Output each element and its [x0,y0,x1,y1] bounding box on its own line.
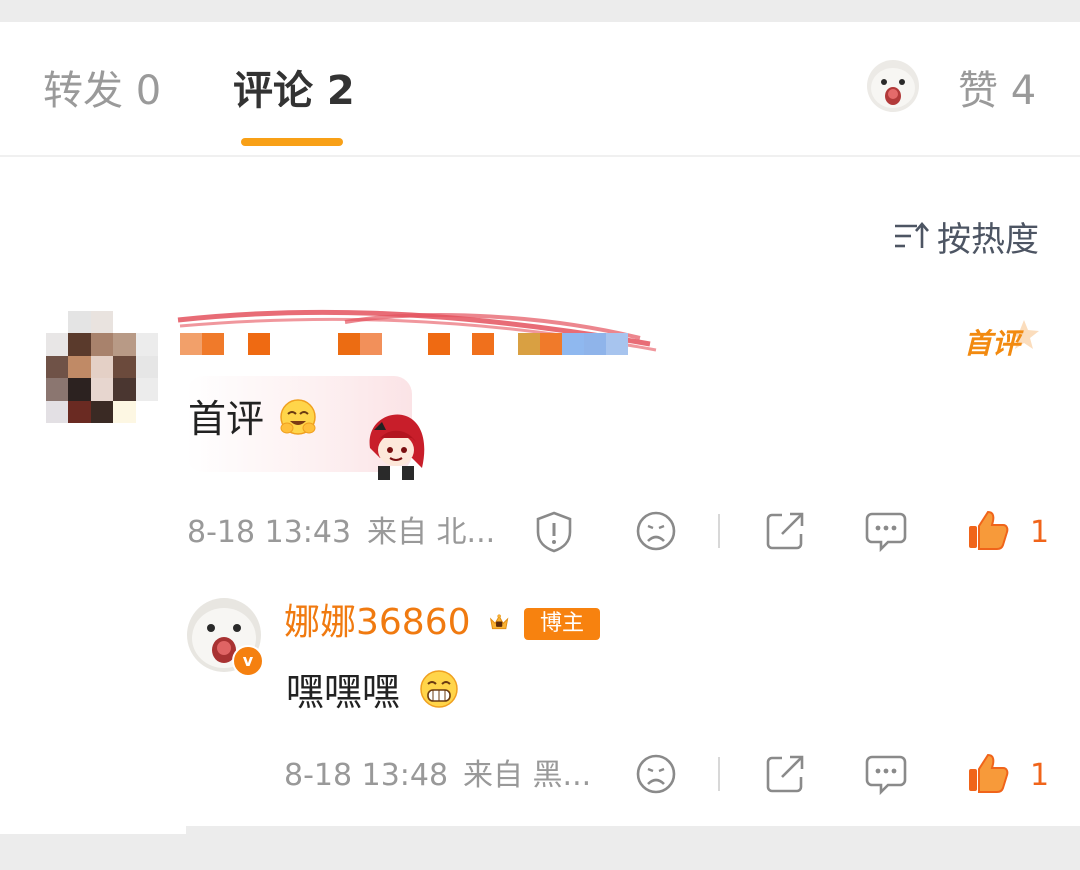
sort-icon [895,222,929,248]
report-icon[interactable] [533,510,575,554]
grin-emoji-icon [420,670,458,708]
tab-comment[interactable]: 评论 2 [233,66,355,116]
reply-username[interactable]: 娜娜36860 [284,600,471,646]
reply-location: 来自 黑... [463,758,592,793]
sort-toggle[interactable]: 按热度 [893,214,1039,260]
like-count: 1 [1030,515,1050,550]
like-icon[interactable] [966,508,1010,552]
comment-icon[interactable] [864,510,908,554]
reply-time: 8-18 13:48 [284,758,449,793]
tabs-divider [0,155,1080,157]
like-icon[interactable] [966,751,1010,795]
tab-likes[interactable]: 赞 4 [958,66,1036,116]
commenter-avatar[interactable] [46,311,158,423]
sort-label: 按热度 [937,219,1039,260]
active-tab-indicator [241,138,343,146]
action-divider [718,514,720,548]
action-divider [718,757,720,791]
share-icon[interactable] [764,753,806,795]
liker-avatar[interactable] [867,60,919,112]
dislike-icon[interactable] [635,510,677,552]
girl-sticker-icon [369,414,425,480]
host-badge: 博主 [524,608,600,640]
comment-time: 8-18 13:43 [187,515,352,550]
first-comment-badge: 首评 [962,318,1042,362]
comment-text: 首评 [188,397,265,441]
like-count: 1 [1030,758,1050,793]
share-icon[interactable] [764,510,806,552]
dislike-icon[interactable] [635,753,677,795]
redacted-username[interactable] [180,333,630,355]
reply-text: 嘿嘿嘿 [286,670,401,714]
comment-icon[interactable] [864,753,908,797]
comment-location: 来自 北... [367,515,496,550]
bottom-strip-edge [0,826,186,834]
top-strip [0,0,1080,22]
tab-repost[interactable]: 转发 0 [43,66,161,116]
verified-badge: v [232,645,264,677]
hug-emoji-icon [280,399,316,435]
